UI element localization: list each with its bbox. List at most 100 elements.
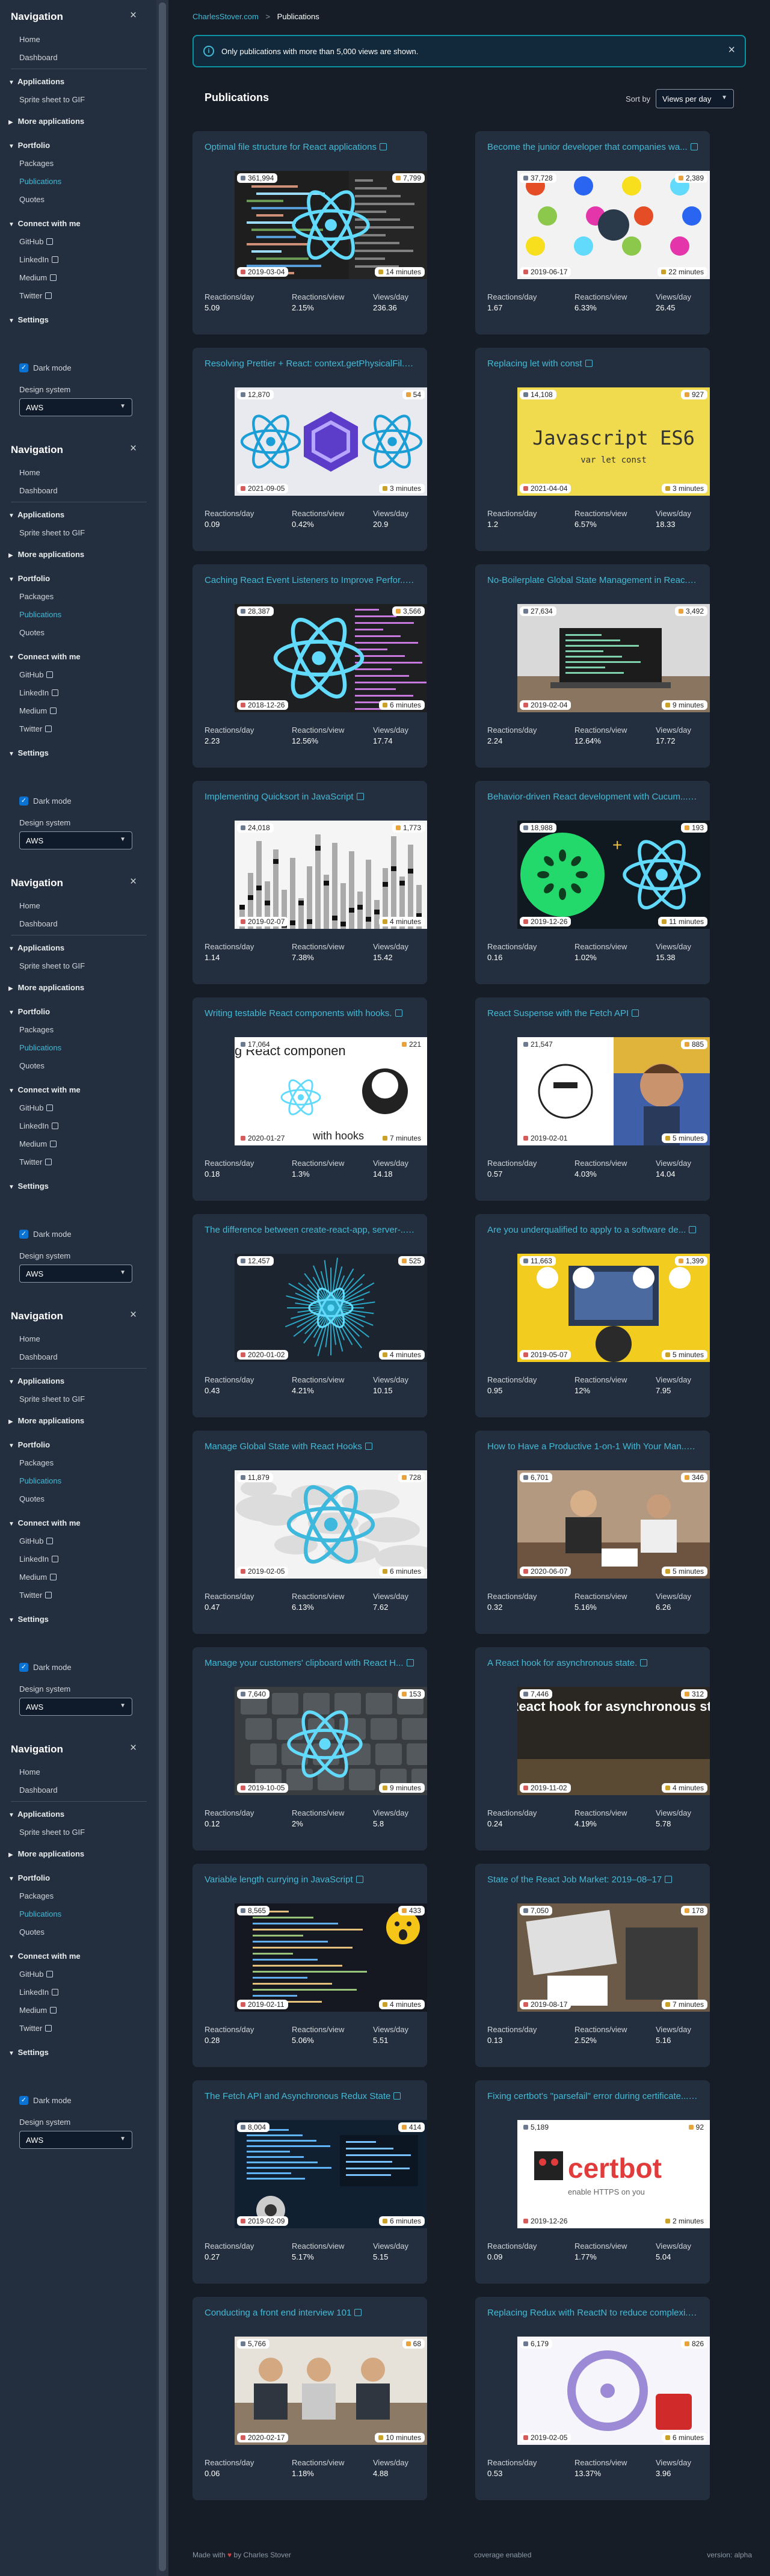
nav-link-dashboard[interactable]: Dashboard — [19, 1352, 58, 1361]
nav-link-twitter[interactable]: Twitter — [19, 2024, 52, 2033]
nav-link-twitter[interactable]: Twitter — [19, 1157, 52, 1166]
nav-link-home[interactable]: Home — [19, 1334, 40, 1343]
dark-mode-checkbox[interactable]: ✓ — [19, 2096, 28, 2105]
design-system-select[interactable]: AWS ▼ — [19, 1265, 132, 1283]
publication-title-link[interactable]: State of the React Job Market: 2019–08–1… — [487, 1875, 698, 1885]
publication-title-link[interactable]: React Suspense with the Fetch API — [487, 1008, 698, 1018]
nav-section-more-applications[interactable]: ▶ More applications — [8, 550, 84, 559]
publication-title-link[interactable]: Optimal file structure for React applica… — [205, 142, 415, 152]
nav-section-portfolio[interactable]: ▼ Portfolio — [8, 574, 50, 583]
nav-section-connect-with-me[interactable]: ▼ Connect with me — [8, 1518, 81, 1527]
nav-link-linkedin[interactable]: LinkedIn — [19, 1121, 59, 1130]
nav-link-sprite-sheet-to-gif[interactable]: Sprite sheet to GIF — [19, 1828, 85, 1837]
nav-link-publications[interactable]: Publications — [19, 177, 61, 186]
nav-link-home[interactable]: Home — [19, 1767, 40, 1776]
publication-thumbnail[interactable]: A React hook for asynchronous state 7,44… — [517, 1687, 710, 1795]
close-navigation-button[interactable]: × — [130, 1742, 137, 1755]
nav-link-linkedin[interactable]: LinkedIn — [19, 255, 59, 264]
publication-thumbnail[interactable]: 28,387 3,566 2018-12-26 6 minutes — [235, 604, 427, 712]
nav-section-settings[interactable]: ▼ Settings — [8, 748, 49, 757]
publication-thumbnail[interactable]: Javascript ES6 var let const 14,108 927 2… — [517, 387, 710, 496]
publication-thumbnail[interactable]: 27,634 3,492 2019-02-04 9 minutes — [517, 604, 710, 712]
breadcrumb-home-link[interactable]: CharlesStover.com — [192, 12, 259, 21]
nav-link-home[interactable]: Home — [19, 901, 40, 910]
nav-link-publications[interactable]: Publications — [19, 610, 61, 619]
nav-link-medium[interactable]: Medium — [19, 706, 57, 715]
nav-link-twitter[interactable]: Twitter — [19, 291, 52, 300]
publication-thumbnail[interactable]: 11,663 1,399 2019-05-07 5 minutes — [517, 1254, 710, 1362]
nav-link-medium[interactable]: Medium — [19, 273, 57, 282]
nav-section-connect-with-me[interactable]: ▼ Connect with me — [8, 652, 81, 661]
publication-title-link[interactable]: Conducting a front end interview 101 — [205, 2308, 415, 2318]
dark-mode-checkbox[interactable]: ✓ — [19, 797, 28, 806]
nav-section-more-applications[interactable]: ▶ More applications — [8, 1849, 84, 1858]
publication-title-link[interactable]: Caching React Event Listeners to Improve… — [205, 575, 415, 585]
nav-link-publications[interactable]: Publications — [19, 1043, 61, 1052]
publication-thumbnail[interactable]: 6,179 826 2019-02-05 6 minutes — [517, 2337, 710, 2445]
nav-section-more-applications[interactable]: ▶ More applications — [8, 1416, 84, 1425]
nav-link-quotes[interactable]: Quotes — [19, 1927, 45, 1937]
design-system-select[interactable]: AWS ▼ — [19, 2131, 132, 2149]
nav-link-packages[interactable]: Packages — [19, 1891, 54, 1900]
nav-link-packages[interactable]: Packages — [19, 1025, 54, 1034]
footer-by[interactable]: by Charles Stover — [234, 2551, 291, 2559]
nav-link-twitter[interactable]: Twitter — [19, 724, 52, 733]
dark-mode-checkbox[interactable]: ✓ — [19, 1230, 28, 1239]
publication-title-link[interactable]: Variable length currying in JavaScript — [205, 1875, 415, 1885]
nav-section-portfolio[interactable]: ▼ Portfolio — [8, 1873, 50, 1882]
close-navigation-button[interactable]: × — [130, 442, 137, 455]
close-navigation-button[interactable]: × — [130, 875, 137, 889]
nav-link-publications[interactable]: Publications — [19, 1909, 61, 1918]
nav-link-linkedin[interactable]: LinkedIn — [19, 1555, 59, 1564]
publication-thumbnail[interactable]: 11,879 728 2019-02-05 6 minutes — [235, 1470, 427, 1579]
nav-link-linkedin[interactable]: LinkedIn — [19, 688, 59, 697]
nav-link-sprite-sheet-to-gif[interactable]: Sprite sheet to GIF — [19, 961, 85, 970]
nav-link-medium[interactable]: Medium — [19, 1139, 57, 1148]
nav-link-medium[interactable]: Medium — [19, 1573, 57, 1582]
dark-mode-checkbox[interactable]: ✓ — [19, 1663, 28, 1672]
nav-section-connect-with-me[interactable]: ▼ Connect with me — [8, 219, 81, 228]
publication-title-link[interactable]: Manage Global State with React Hooks — [205, 1441, 415, 1452]
publication-title-link[interactable]: A React hook for asynchronous state. — [487, 1658, 698, 1668]
publication-title-link[interactable]: How to Have a Productive 1-on-1 With You… — [487, 1441, 698, 1452]
nav-link-dashboard[interactable]: Dashboard — [19, 919, 58, 928]
nav-section-applications[interactable]: ▼ Applications — [8, 510, 64, 519]
design-system-select[interactable]: AWS ▼ — [19, 398, 132, 416]
design-system-select[interactable]: AWS ▼ — [19, 831, 132, 849]
publication-thumbnail[interactable]: 7,640 153 2019-10-05 9 minutes — [235, 1687, 427, 1795]
nav-section-more-applications[interactable]: ▶ More applications — [8, 983, 84, 992]
publication-title-link[interactable]: Fixing certbot's "parsefail" error durin… — [487, 2091, 698, 2101]
publication-thumbnail[interactable]: 24,018 1,773 2019-02-07 4 minutes — [235, 821, 427, 929]
close-navigation-button[interactable]: × — [130, 1308, 137, 1322]
nav-link-packages[interactable]: Packages — [19, 159, 54, 168]
nav-section-connect-with-me[interactable]: ▼ Connect with me — [8, 1085, 81, 1094]
nav-link-dashboard[interactable]: Dashboard — [19, 53, 58, 62]
publication-thumbnail[interactable]: 7,050 178 2019-08-17 7 minutes — [517, 1903, 710, 2012]
nav-link-sprite-sheet-to-gif[interactable]: Sprite sheet to GIF — [19, 95, 85, 104]
publication-thumbnail[interactable]: 5,766 68 2020-02-17 10 minutes — [235, 2337, 427, 2445]
nav-section-more-applications[interactable]: ▶ More applications — [8, 117, 84, 126]
nav-link-packages[interactable]: Packages — [19, 1458, 54, 1467]
nav-link-github[interactable]: GitHub — [19, 1970, 54, 1979]
nav-section-connect-with-me[interactable]: ▼ Connect with me — [8, 1952, 81, 1961]
publication-title-link[interactable]: Behavior-driven React development with C… — [487, 792, 698, 802]
publication-thumbnail[interactable]: 8,565 433 2019-02-11 4 minutes — [235, 1903, 427, 2012]
close-navigation-button[interactable]: × — [130, 9, 137, 22]
nav-section-settings[interactable]: ▼ Settings — [8, 315, 49, 324]
publication-thumbnail[interactable]: 12,457 525 2020-01-02 4 minutes — [235, 1254, 427, 1362]
nav-link-github[interactable]: GitHub — [19, 1536, 54, 1545]
publication-thumbnail[interactable]: 6,701 346 2020-06-07 5 minutes — [517, 1470, 710, 1579]
publication-title-link[interactable]: Manage your customers' clipboard with Re… — [205, 1658, 415, 1668]
nav-link-home[interactable]: Home — [19, 468, 40, 477]
nav-link-quotes[interactable]: Quotes — [19, 628, 45, 637]
publication-title-link[interactable]: Become the junior developer that compani… — [487, 142, 698, 152]
design-system-select[interactable]: AWS ▼ — [19, 1698, 132, 1716]
nav-link-github[interactable]: GitHub — [19, 1103, 54, 1112]
publication-title-link[interactable]: Replacing Redux with ReactN to reduce co… — [487, 2308, 698, 2318]
publication-thumbnail[interactable]: certbot enable HTTPS on you 5,189 92 2019… — [517, 2120, 710, 2228]
nav-section-applications[interactable]: ▼ Applications — [8, 1376, 64, 1385]
nav-link-twitter[interactable]: Twitter — [19, 1591, 52, 1600]
nav-link-sprite-sheet-to-gif[interactable]: Sprite sheet to GIF — [19, 1394, 85, 1404]
publication-thumbnail[interactable]: 21,547 885 2019-02-01 5 minutes — [517, 1037, 710, 1145]
publication-thumbnail[interactable]: 8,004 414 2019-02-09 6 minutes — [235, 2120, 427, 2228]
